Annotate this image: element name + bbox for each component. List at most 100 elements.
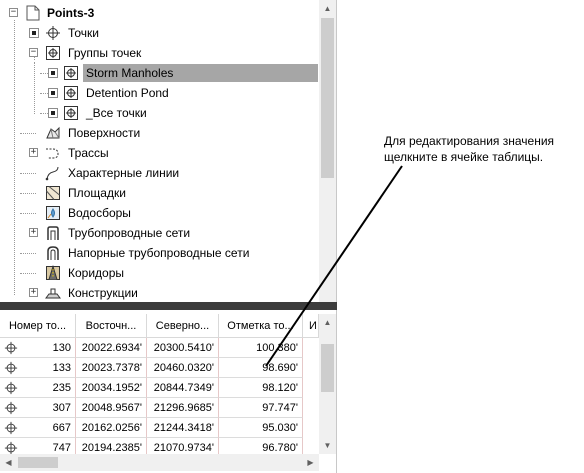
cell-number[interactable]: 130 xyxy=(22,338,76,358)
cell-elevation[interactable]: 97.747' xyxy=(219,398,303,418)
expand-icon[interactable]: + xyxy=(29,148,38,157)
tree-item-alignments[interactable]: + Трассы xyxy=(0,143,320,163)
collapse-icon[interactable]: − xyxy=(9,8,18,17)
tree-scroll-thumb[interactable] xyxy=(321,18,334,178)
callout-line-1: Для редактирования значения xyxy=(384,134,555,148)
point-group-icon xyxy=(62,104,80,122)
expand-icon[interactable]: + xyxy=(29,228,38,237)
cell-northing[interactable]: 21244.3418' xyxy=(147,418,219,438)
bullet-icon[interactable] xyxy=(48,88,58,98)
scroll-right-icon[interactable]: ▶ xyxy=(302,454,319,471)
cell-easting[interactable]: 20034.1952' xyxy=(76,378,147,398)
tree-item-surfaces[interactable]: Поверхности xyxy=(0,123,320,143)
tree-item-all-points[interactable]: _Все точки xyxy=(0,103,320,123)
cell-elevation[interactable]: 100.380' xyxy=(219,338,303,358)
cell-elevation[interactable]: 95.030' xyxy=(219,418,303,438)
tree-item-catchments[interactable]: Водосборы xyxy=(0,203,320,223)
cell-number[interactable]: 307 xyxy=(22,398,76,418)
prospector-tree-panel: − Points-3 Точки − Группы точек Storm Ma… xyxy=(0,0,337,302)
tree-item-assemblies[interactable]: + Конструкции xyxy=(0,283,320,302)
scroll-left-icon[interactable]: ◀ xyxy=(0,454,17,471)
cell-number[interactable]: 667 xyxy=(22,418,76,438)
tree-item-corridors[interactable]: Коридоры xyxy=(0,263,320,283)
cell-northing[interactable]: 21296.9685' xyxy=(147,398,219,418)
tree-item-pressure-networks[interactable]: Напорные трубопроводные сети xyxy=(0,243,320,263)
table-hscroll-thumb[interactable] xyxy=(18,457,58,468)
cell-easting[interactable]: 20048.9567' xyxy=(76,398,147,418)
tree-item-label: Водосборы xyxy=(68,206,131,220)
cell-northing[interactable]: 20300.5410' xyxy=(147,338,219,358)
tree-item-label: Трубопроводные сети xyxy=(68,226,191,240)
cell-elevation[interactable]: 98.120' xyxy=(219,378,303,398)
site-icon xyxy=(44,184,62,202)
column-header-northing[interactable]: Северно... xyxy=(147,314,219,338)
panel-splitter[interactable] xyxy=(0,302,337,310)
callout-text: Для редактирования значения щелкните в я… xyxy=(384,133,584,165)
tree-item-pipe-networks[interactable]: + Трубопроводные сети xyxy=(0,223,320,243)
bullet-icon[interactable] xyxy=(48,108,58,118)
tree-item-label: Напорные трубопроводные сети xyxy=(68,246,250,260)
tree-item-storm-manholes[interactable]: Storm Manholes xyxy=(0,63,320,83)
scroll-up-icon[interactable]: ▲ xyxy=(319,314,336,331)
tree-scrollbar[interactable]: ▲ xyxy=(319,0,336,302)
tree-item-label: Storm Manholes xyxy=(83,64,318,82)
point-icon xyxy=(0,398,22,418)
bullet-icon[interactable] xyxy=(48,68,58,78)
tree-item-points[interactable]: Точки xyxy=(0,23,320,43)
cell-number[interactable]: 133 xyxy=(22,358,76,378)
tree-item-label: Поверхности xyxy=(68,126,141,140)
corridor-icon xyxy=(44,264,62,282)
point-icon xyxy=(0,358,22,378)
table-horizontal-scrollbar[interactable]: ◀ ▶ xyxy=(0,454,319,471)
cell-easting[interactable]: 20022.6934' xyxy=(76,338,147,358)
callout-line-2: щелкните в ячейке таблицы. xyxy=(384,150,544,164)
tree-item-label: Конструкции xyxy=(68,286,138,300)
pipe-network-icon xyxy=(44,224,62,242)
point-icon xyxy=(0,378,22,398)
tree-item-detention-pond[interactable]: Detention Pond xyxy=(0,83,320,103)
collapse-icon[interactable]: − xyxy=(29,48,38,57)
column-header-easting[interactable]: Восточн... xyxy=(76,314,147,338)
tree-item-point-groups[interactable]: − Группы точек xyxy=(0,43,320,63)
tree-item-label: Площадки xyxy=(68,186,126,200)
cell-easting[interactable]: 20023.7378' xyxy=(76,358,147,378)
expand-icon[interactable]: + xyxy=(29,288,38,297)
column-header-elevation[interactable]: Отметка то... xyxy=(219,314,303,338)
tree-item-label: Detention Pond xyxy=(86,86,169,100)
tree-item-label: Характерные линии xyxy=(68,166,180,180)
tree-item-label: Трассы xyxy=(68,146,109,160)
points-table: Номер то... Восточн... Северно... Отметк… xyxy=(0,310,337,473)
tree-root[interactable]: − Points-3 xyxy=(0,3,320,23)
catchment-icon xyxy=(44,204,62,222)
pressure-network-icon xyxy=(44,244,62,262)
table-vertical-scrollbar[interactable]: ▲ ▼ xyxy=(319,314,336,454)
point-group-icon xyxy=(62,84,80,102)
column-header-number[interactable]: Номер то... xyxy=(0,314,76,338)
expand-icon[interactable] xyxy=(29,28,39,38)
scroll-up-icon[interactable]: ▲ xyxy=(319,0,336,17)
cell-easting[interactable]: 20162.0256' xyxy=(76,418,147,438)
point-icon xyxy=(0,418,22,438)
alignment-icon xyxy=(44,144,62,162)
scroll-down-icon[interactable]: ▼ xyxy=(319,437,336,454)
tree-item-feature-lines[interactable]: Характерные линии xyxy=(0,163,320,183)
tree-item-label: Коридоры xyxy=(68,266,125,280)
tree-root-label: Points-3 xyxy=(47,6,95,20)
cell-northing[interactable]: 20844.7349' xyxy=(147,378,219,398)
cell-elevation[interactable]: 98.690' xyxy=(219,358,303,378)
feature-line-icon xyxy=(44,164,62,182)
tree-item-label: Точки xyxy=(68,26,100,40)
cell-number[interactable]: 235 xyxy=(22,378,76,398)
surface-icon xyxy=(44,124,62,142)
column-header-more[interactable]: И xyxy=(303,314,319,338)
tree-item-label: Группы точек xyxy=(68,46,142,60)
point-icon xyxy=(44,24,62,42)
document-icon xyxy=(24,4,42,22)
point-group-icon xyxy=(44,44,62,62)
cell-northing[interactable]: 20460.0320' xyxy=(147,358,219,378)
tree-item-label: _Все точки xyxy=(86,106,147,120)
table-scroll-thumb[interactable] xyxy=(321,344,334,392)
assembly-icon xyxy=(44,284,62,302)
tree-item-sites[interactable]: Площадки xyxy=(0,183,320,203)
point-icon xyxy=(0,338,22,358)
